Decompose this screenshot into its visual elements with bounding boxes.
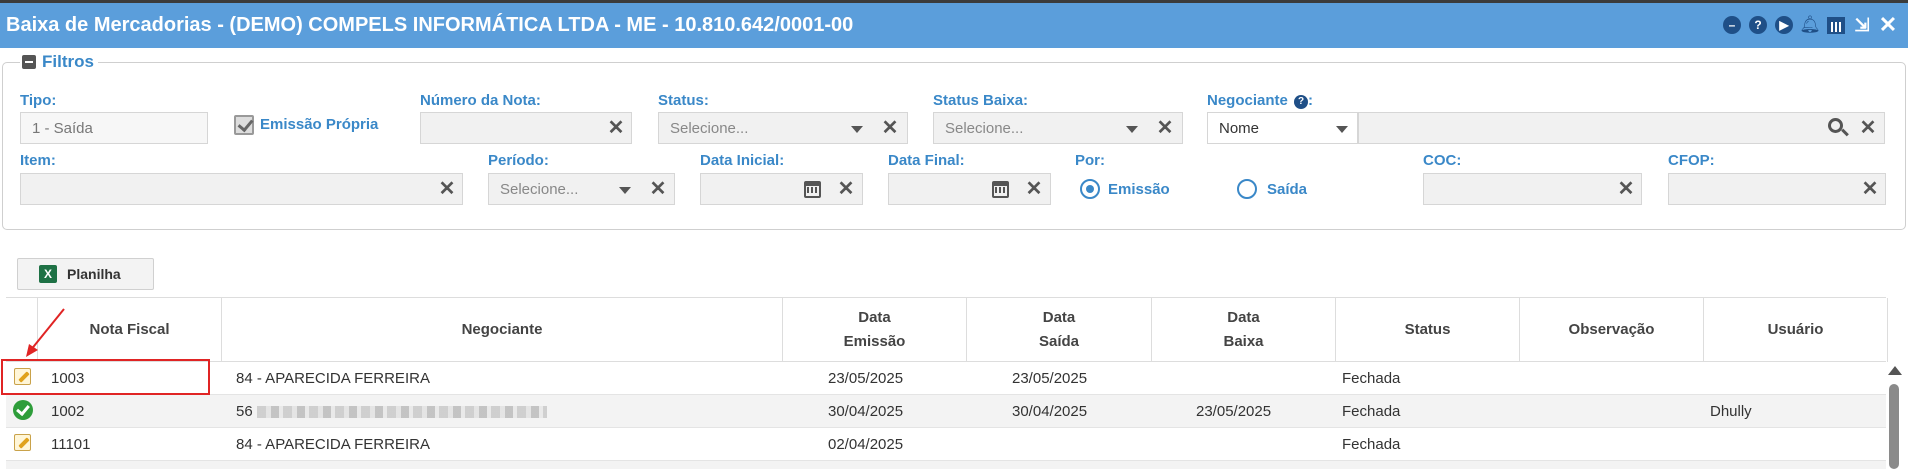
header-data-saida[interactable]: Data Saída (967, 298, 1152, 362)
status-baixa-label: Status Baixa: (933, 92, 1029, 109)
table-row[interactable]: 1002 56 30/04/2025 30/04/2025 23/05/2025… (6, 395, 1886, 428)
cfop-input[interactable]: ✕ (1668, 173, 1886, 205)
radio-saida-label[interactable]: Saída (1267, 181, 1307, 198)
status-placeholder: Selecione... (670, 120, 749, 137)
status-label: Status: (658, 92, 709, 109)
status-baixa-placeholder: Selecione... (945, 120, 1024, 137)
filters-legend[interactable]: Filtros (20, 52, 98, 72)
scroll-thumb[interactable] (1889, 384, 1899, 469)
check-circle-icon[interactable] (13, 400, 33, 420)
header-data-baixa[interactable]: Data Baixa (1152, 298, 1336, 362)
grid-header: Nota Fiscal Negociante Data Emissão Data S… (6, 297, 1888, 362)
data-final-label: Data Final: (888, 152, 965, 169)
help-icon[interactable]: ? (1748, 15, 1768, 35)
coc-input[interactable]: ✕ (1423, 173, 1642, 205)
numero-nota-label: Número da Nota: (420, 92, 541, 109)
numero-nota-input[interactable]: ✕ (420, 112, 632, 144)
window-title: Baixa de Mercadorias - (DEMO) COMPELS IN… (6, 14, 854, 36)
tipo-field: 1 - Saída (20, 112, 208, 144)
emissao-propria-label[interactable]: Emissão Própria (260, 116, 378, 133)
clear-icon[interactable]: ✕ (881, 118, 899, 138)
scroll-up-icon[interactable] (1888, 366, 1902, 375)
calendar-icon[interactable] (1826, 15, 1846, 35)
status-baixa-select[interactable]: Selecione... ✕ (933, 112, 1183, 144)
close-icon[interactable]: ✕ (1878, 12, 1898, 37)
chevron-down-icon[interactable] (617, 180, 633, 198)
cfop-label: CFOP: (1668, 152, 1715, 169)
calendar-icon[interactable] (804, 181, 821, 198)
clear-icon[interactable]: ✕ (1156, 118, 1174, 138)
coc-label: COC: (1423, 152, 1462, 169)
clear-icon[interactable]: ✕ (607, 118, 625, 138)
por-label: Por: (1075, 152, 1105, 169)
data-final-input[interactable]: ✕ (888, 173, 1051, 205)
radio-emissao-label[interactable]: Emissão (1108, 181, 1170, 198)
clear-icon[interactable]: ✕ (1025, 179, 1043, 199)
emissao-propria-checkbox[interactable] (234, 115, 254, 135)
collapse-icon[interactable] (22, 55, 36, 69)
tipo-value: 1 - Saída (32, 120, 93, 137)
header-observacao[interactable]: Observação (1520, 298, 1704, 362)
planilha-button[interactable]: X Planilha (17, 258, 154, 290)
negociante-label: Negociante ?: (1207, 92, 1314, 109)
window-titlebar: Baixa de Mercadorias - (DEMO) COMPELS IN… (0, 0, 1908, 48)
data-inicial-label: Data Inicial: (700, 152, 785, 169)
compress-icon[interactable]: ⇲ (1852, 15, 1872, 35)
negociante-input[interactable]: ✕ (1358, 112, 1885, 144)
edit-icon[interactable] (14, 434, 31, 451)
item-input[interactable]: ✕ (20, 173, 463, 205)
calendar-icon[interactable] (992, 181, 1009, 198)
table-row[interactable]: 11101 84 - APARECIDA FERREIRA 02/04/2025… (6, 428, 1886, 461)
chevron-down-icon[interactable] (1334, 119, 1350, 137)
bell-icon[interactable]: 🔔︎ (1799, 15, 1821, 35)
radio-emissao[interactable] (1080, 179, 1100, 199)
annotation-highlight-box (1, 359, 210, 395)
minimize-circle-icon[interactable]: – (1722, 15, 1742, 35)
table-row[interactable] (6, 461, 1886, 469)
tipo-label: Tipo: (20, 92, 57, 109)
clear-icon[interactable]: ✕ (837, 179, 855, 199)
clear-icon[interactable]: ✕ (1859, 118, 1877, 138)
clear-icon[interactable]: ✕ (649, 179, 667, 199)
negociante-type-value: Nome (1219, 120, 1260, 137)
help-circle-icon[interactable]: ? (1294, 95, 1309, 109)
annotation-arrow-icon (26, 308, 65, 357)
negociante-type-select[interactable]: Nome (1207, 112, 1358, 144)
excel-icon: X (39, 265, 57, 283)
grid-scrollbar[interactable] (1880, 362, 1908, 469)
radio-saida[interactable] (1237, 179, 1257, 199)
filters-legend-label: Filtros (42, 52, 94, 71)
planilha-label: Planilha (67, 266, 121, 282)
play-icon[interactable]: ▶ (1774, 15, 1794, 35)
header-data-emissao[interactable]: Data Emissão (783, 298, 967, 362)
item-label: Item: (20, 152, 56, 169)
header-usuario[interactable]: Usuário (1704, 298, 1888, 362)
chevron-down-icon[interactable] (1124, 119, 1140, 137)
periodo-placeholder: Selecione... (500, 181, 579, 198)
clear-icon[interactable]: ✕ (1861, 179, 1879, 199)
redacted-text (256, 406, 547, 419)
status-select[interactable]: Selecione... ✕ (658, 112, 908, 144)
window-controls: – ? ▶ 🔔︎ ⇲ ✕ (1722, 12, 1898, 37)
periodo-select[interactable]: Selecione... ✕ (488, 173, 675, 205)
table-row[interactable]: 1003 84 - APARECIDA FERREIRA 23/05/2025 … (6, 362, 1886, 395)
header-negociante[interactable]: Negociante (222, 298, 783, 362)
periodo-label: Período: (488, 152, 549, 169)
clear-icon[interactable]: ✕ (438, 179, 456, 199)
clear-icon[interactable]: ✕ (1617, 179, 1635, 199)
chevron-down-icon[interactable] (849, 119, 865, 137)
data-inicial-input[interactable]: ✕ (700, 173, 863, 205)
header-status[interactable]: Status (1336, 298, 1520, 362)
